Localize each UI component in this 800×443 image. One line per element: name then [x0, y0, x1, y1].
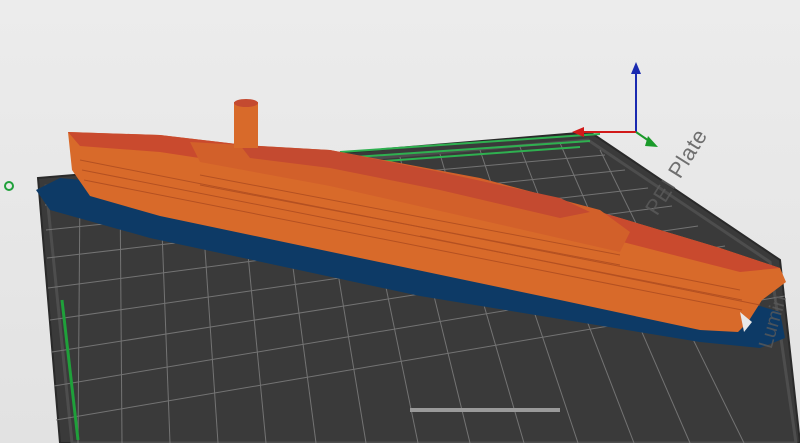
- ship-funnel-top: [234, 99, 258, 107]
- plate-front-bar: [410, 408, 560, 412]
- origin-marker-icon: [4, 181, 14, 191]
- build-plate-scene[interactable]: [0, 0, 800, 443]
- 3d-viewport[interactable]: PEI Plate Lumin: [0, 0, 800, 443]
- ship-funnel: [234, 102, 258, 148]
